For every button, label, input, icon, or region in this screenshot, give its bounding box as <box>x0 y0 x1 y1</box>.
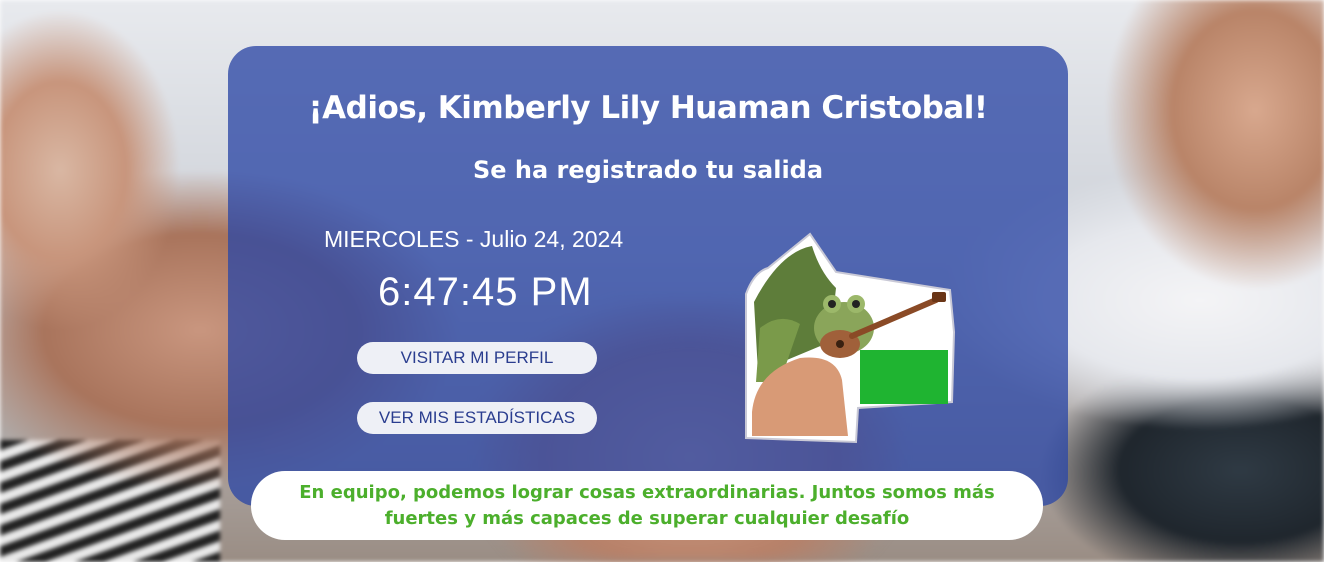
visit-profile-button[interactable]: VISITAR MI PERFIL <box>357 342 597 374</box>
view-stats-button[interactable]: VER MIS ESTADÍSTICAS <box>357 402 597 434</box>
frog-guitar-sticker-icon <box>740 232 956 444</box>
quote-text: En equipo, podemos lograr cosas extraord… <box>299 481 995 529</box>
current-date: MIERCOLES - Julio 24, 2024 <box>324 226 624 252</box>
checkout-subtitle: Se ha registrado tu salida <box>472 156 824 184</box>
current-time: 6:47:45 PM <box>378 270 593 314</box>
checkout-card: ¡Adios, Kimberly Lily Huaman Cristobal! … <box>228 46 1068 506</box>
greeting-title: ¡Adios, Kimberly Lily Huaman Cristobal! <box>308 90 988 126</box>
motivational-quote: En equipo, podemos lograr cosas extraord… <box>251 471 1043 540</box>
